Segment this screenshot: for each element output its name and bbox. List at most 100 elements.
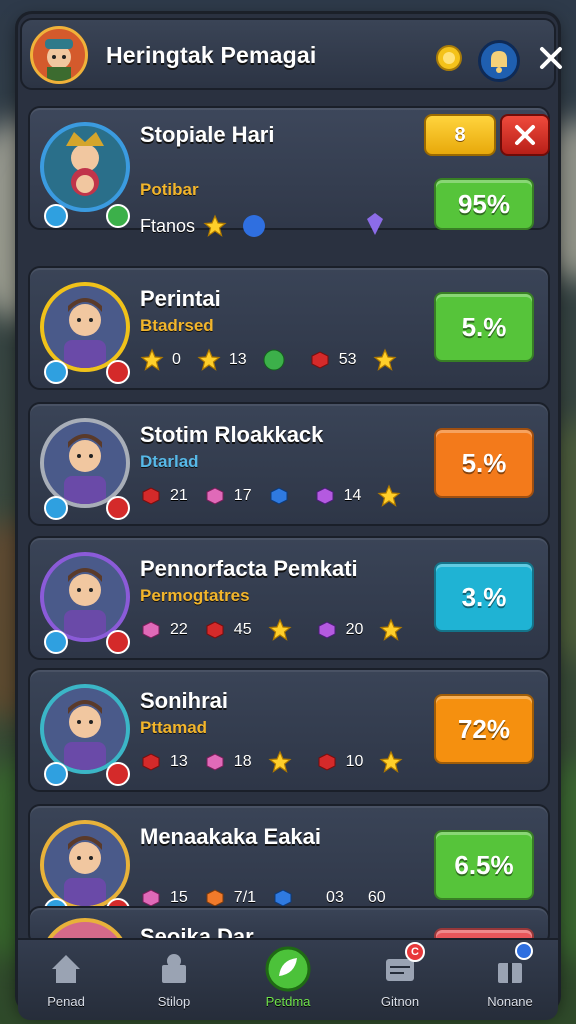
rank-badge-icon xyxy=(44,204,68,228)
player-subtitle: Btadrsed xyxy=(140,316,214,335)
nav-label: Stilop xyxy=(157,994,191,1009)
stat-value: 18 xyxy=(233,753,252,770)
level-badge-icon xyxy=(106,762,130,786)
star-icon xyxy=(268,618,292,642)
purple-gem-icon xyxy=(314,485,336,507)
player-stats: 22 45 20 xyxy=(140,616,419,644)
player-stats: 0 13 53 xyxy=(140,346,413,374)
nav-inbox[interactable]: C Gitnon xyxy=(352,942,448,1018)
stat-value: 22 xyxy=(170,621,188,638)
percent-badge[interactable]: 5.% xyxy=(434,292,534,362)
stat-value: 17 xyxy=(233,487,252,504)
player-stats: 13 18 10 xyxy=(140,748,419,776)
rank-badge-icon xyxy=(44,630,68,654)
nav-label: Nonane xyxy=(487,994,533,1009)
player-name: Pennorfacta Pemkati xyxy=(140,556,358,581)
level-badge-icon xyxy=(106,630,130,654)
notification-bell-icon[interactable] xyxy=(478,40,520,82)
avatar xyxy=(40,122,130,212)
player-subtitle: Pttamad xyxy=(140,718,208,737)
stat-value: 21 xyxy=(170,487,188,504)
stat-value: 0 xyxy=(172,351,181,368)
stat-value: 20 xyxy=(345,621,364,638)
stat-value: 03 xyxy=(326,889,344,906)
badge-icon xyxy=(515,942,533,960)
nav-gift[interactable]: Nonane xyxy=(462,942,558,1018)
percent-badge[interactable]: 95% xyxy=(434,178,534,230)
avatar xyxy=(40,684,130,774)
player-subtitle: Permogtatres xyxy=(140,586,250,605)
player-subtitle: Potibar xyxy=(140,180,199,199)
star-icon xyxy=(372,348,397,372)
pink-gem-icon xyxy=(140,619,162,641)
player-name: Perintai xyxy=(140,286,221,311)
avatar xyxy=(40,820,130,910)
star-icon xyxy=(379,750,403,774)
percent-badge[interactable]: 72% xyxy=(434,694,534,764)
nav-label: Penad xyxy=(47,994,85,1009)
nav-home[interactable]: Penad xyxy=(18,946,114,1018)
crystal-icon xyxy=(365,211,385,242)
leaderboard-card[interactable]: Perintai Btadrsed 0 13 53 5.% xyxy=(28,266,550,390)
percent-badge[interactable]: 6.5% xyxy=(434,830,534,900)
star-icon xyxy=(379,618,403,642)
player-avatar[interactable] xyxy=(30,26,88,84)
rank-badge-icon xyxy=(44,360,68,384)
nav-label: Petdma xyxy=(265,994,311,1009)
leaderboard-card-top[interactable]: Stopiale Hari Potibar Ftanos 8 95% xyxy=(28,106,550,237)
player-name: Sonihrai xyxy=(140,688,229,713)
notification-badge: C xyxy=(405,942,425,962)
percent-badge[interactable]: 3.% xyxy=(434,562,534,632)
page-title: Heringtak Pemagai xyxy=(106,42,317,68)
header-bar: Heringtak Pemagai xyxy=(20,18,562,90)
blue-orb-icon xyxy=(243,215,266,237)
coin-icon[interactable] xyxy=(436,45,462,71)
pink-gem-icon xyxy=(204,751,226,773)
pink-gem-icon xyxy=(204,485,226,507)
gift-icon xyxy=(487,942,533,992)
level-badge-icon xyxy=(106,204,130,228)
bottom-navigation: Penad Stilop Petdma C Gitnon Nonane xyxy=(18,938,558,1020)
red-gem-icon xyxy=(309,349,331,371)
rank-badge-icon xyxy=(44,762,68,786)
red-gem-icon xyxy=(316,751,338,773)
stat-value: 53 xyxy=(338,351,357,368)
red-gem-icon xyxy=(140,751,162,773)
stat-value: 7/1 xyxy=(233,889,257,906)
stat-value: 13 xyxy=(170,753,188,770)
star-icon xyxy=(197,348,221,372)
leaderboard-card[interactable]: Sonihrai Pttamad 13 18 10 72% xyxy=(28,668,550,792)
player-name: Menaakaka Eakai xyxy=(140,824,322,849)
player-name: Stotim Rloakkack xyxy=(140,422,324,447)
green-orb-icon xyxy=(263,349,285,371)
stat-value: 60 xyxy=(367,889,386,906)
leaf-icon xyxy=(265,946,311,992)
nav-main[interactable]: Petdma xyxy=(240,946,336,1018)
player-subtitle: Dtarlad xyxy=(140,452,199,471)
close-icon[interactable] xyxy=(536,43,566,73)
blue-gem-icon xyxy=(268,485,290,507)
nav-shop[interactable]: Stilop xyxy=(126,946,222,1018)
player-stats: 21 17 14 xyxy=(140,482,417,510)
stat-value: 13 xyxy=(228,351,247,368)
purple-gem-icon xyxy=(316,619,338,641)
stat-value: 45 xyxy=(233,621,252,638)
percent-badge[interactable]: 5.% xyxy=(434,428,534,498)
avatar xyxy=(40,552,130,642)
avatar xyxy=(40,418,130,508)
avatar xyxy=(40,282,130,372)
dismiss-button[interactable] xyxy=(500,114,550,156)
stat-value: 14 xyxy=(343,487,362,504)
red-gem-icon xyxy=(140,485,162,507)
counter-badge[interactable]: 8 xyxy=(424,114,496,156)
leaderboard-card[interactable]: Pennorfacta Pemkati Permogtatres 22 45 20 … xyxy=(28,536,550,660)
star-icon xyxy=(268,750,292,774)
leaderboard-card[interactable]: Stotim Rloakkack Dtarlad 21 17 14 5.% xyxy=(28,402,550,526)
star-icon xyxy=(377,484,401,508)
player-tag: Ftanos xyxy=(140,215,196,236)
stat-value: 15 xyxy=(170,889,188,906)
player-stats: Ftanos xyxy=(140,212,385,240)
player-name: Stopiale Hari xyxy=(140,122,275,147)
shop-icon xyxy=(151,946,197,992)
nav-label: Gitnon xyxy=(380,994,420,1009)
